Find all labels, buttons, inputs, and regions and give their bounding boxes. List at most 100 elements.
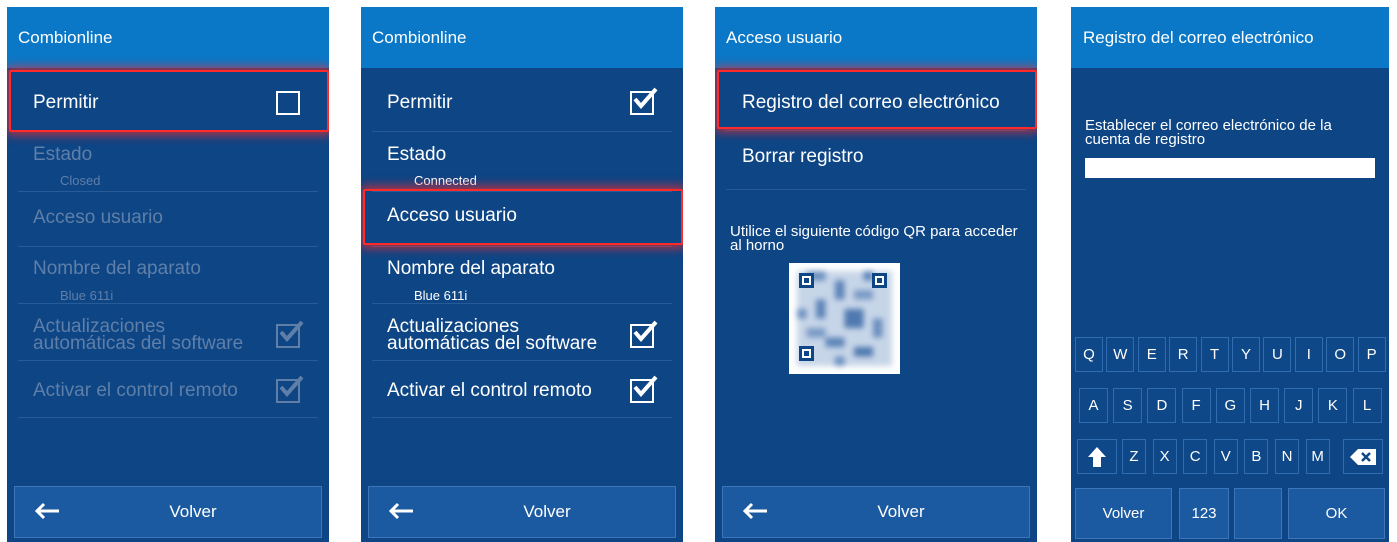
key-f[interactable]: F <box>1181 388 1211 423</box>
divider <box>18 417 318 418</box>
key-b[interactable]: B <box>1244 439 1269 474</box>
numbers-key[interactable]: 123 <box>1179 488 1229 539</box>
acceso-usuario-label: Acceso usuario <box>387 205 517 226</box>
row-estado: Estado Closed <box>18 134 318 191</box>
check-icon <box>279 320 304 343</box>
estado-value: Connected <box>414 173 477 188</box>
key-e[interactable]: E <box>1137 337 1166 372</box>
key-l[interactable]: L <box>1352 388 1382 423</box>
actualizaciones-checkbox <box>276 320 304 348</box>
permitir-checkbox[interactable] <box>630 87 658 115</box>
volver-button[interactable]: Volver <box>1075 488 1172 539</box>
qr-finder-top-left <box>799 273 814 288</box>
row-permitir[interactable]: Permitir <box>18 78 318 126</box>
nombre-aparato-value: Blue 611i <box>414 288 468 303</box>
control-remoto-checkbox <box>276 375 304 403</box>
divider <box>372 360 672 361</box>
key-j[interactable]: J <box>1284 388 1314 423</box>
check-icon <box>279 375 304 398</box>
back-button[interactable]: Volver <box>368 486 676 538</box>
space-key[interactable] <box>1234 488 1282 539</box>
actualizaciones-checkbox[interactable] <box>630 320 658 348</box>
screen-title: Combionline <box>361 7 683 68</box>
row-actualizaciones[interactable]: Actualizaciones automáticas del software <box>372 305 672 360</box>
key-k[interactable]: K <box>1318 388 1348 423</box>
shift-arrow-icon <box>1088 447 1106 467</box>
divider <box>18 303 318 304</box>
key-z[interactable]: Z <box>1122 439 1146 474</box>
screen-acceso-usuario: Acceso usuario Registro del correo elect… <box>715 7 1037 542</box>
row-control-remoto: Activar el control remoto <box>18 362 318 417</box>
email-field[interactable] <box>1085 158 1375 178</box>
divider <box>18 360 318 361</box>
permitir-label: Permitir <box>387 92 453 113</box>
divider <box>372 417 672 418</box>
acceso-usuario-label: Acceso usuario <box>33 207 163 228</box>
row-acceso-usuario: Acceso usuario <box>18 193 318 245</box>
key-q[interactable]: Q <box>1075 337 1103 372</box>
back-button[interactable]: Volver <box>722 486 1030 538</box>
estado-value: Closed <box>60 173 101 188</box>
divider <box>372 131 672 132</box>
key-x[interactable]: X <box>1152 439 1177 474</box>
key-u[interactable]: U <box>1263 337 1292 372</box>
check-icon <box>633 87 658 110</box>
backspace-key[interactable] <box>1343 439 1383 474</box>
permitir-checkbox[interactable] <box>276 91 300 115</box>
row-nombre-aparato[interactable]: Nombre del aparato Blue 611i <box>372 248 672 303</box>
key-p[interactable]: P <box>1357 337 1386 372</box>
key-h[interactable]: H <box>1250 388 1279 423</box>
ok-button[interactable]: OK <box>1288 488 1385 539</box>
shift-key[interactable] <box>1077 439 1117 474</box>
registro-correo-label: Registro del correo electrónico <box>742 92 1000 113</box>
key-a[interactable]: A <box>1079 388 1108 423</box>
actualizaciones-label: Actualizaciones automáticas del software <box>33 316 244 354</box>
row-registro-correo[interactable]: Registro del correo electrónico <box>726 75 1026 127</box>
key-w[interactable]: W <box>1106 337 1135 372</box>
check-icon <box>633 375 658 398</box>
row-borrar-registro[interactable]: Borrar registro <box>726 133 1026 188</box>
back-label: Volver <box>877 502 925 521</box>
divider <box>18 191 318 192</box>
key-o[interactable]: O <box>1326 337 1355 372</box>
screen-title: Combionline <box>7 7 329 68</box>
key-d[interactable]: D <box>1147 388 1177 423</box>
screen-title: Acceso usuario <box>715 7 1037 68</box>
permitir-label: Permitir <box>33 92 99 113</box>
screen-combionline-connected: Combionline Permitir Estado Connected Ac… <box>361 7 683 542</box>
backspace-icon <box>1350 449 1376 465</box>
back-label: Volver <box>523 502 571 521</box>
qr-finder-bottom-left <box>799 346 814 361</box>
row-permitir[interactable]: Permitir <box>372 78 672 126</box>
row-control-remoto[interactable]: Activar el control remoto <box>372 362 672 417</box>
qr-code <box>789 263 900 374</box>
control-remoto-checkbox[interactable] <box>630 375 658 403</box>
key-t[interactable]: T <box>1200 337 1229 372</box>
back-button[interactable]: Volver <box>14 486 322 538</box>
qr-instructions: Utilice el siguiente código QR para acce… <box>730 223 1018 254</box>
screen-title: Registro del correo electrónico <box>1071 7 1389 68</box>
borrar-registro-label: Borrar registro <box>742 146 864 167</box>
key-m[interactable]: M <box>1305 439 1330 474</box>
row-estado: Estado Connected <box>372 134 672 191</box>
key-c[interactable]: C <box>1183 439 1208 474</box>
key-y[interactable]: Y <box>1232 337 1260 372</box>
key-v[interactable]: V <box>1213 439 1238 474</box>
divider <box>372 191 672 192</box>
qr-finder-top-right <box>872 273 887 288</box>
key-g[interactable]: G <box>1215 388 1245 423</box>
divider <box>18 246 318 247</box>
key-n[interactable]: N <box>1275 439 1299 474</box>
divider <box>726 130 1026 131</box>
nombre-aparato-label: Nombre del aparato <box>387 258 555 279</box>
key-i[interactable]: I <box>1294 337 1323 372</box>
key-r[interactable]: R <box>1169 337 1198 372</box>
divider <box>372 303 672 304</box>
control-remoto-label: Activar el control remoto <box>33 380 238 401</box>
screen-combionline-closed: Combionline Permitir Estado Closed Acces… <box>7 7 329 542</box>
row-actualizaciones: Actualizaciones automáticas del software <box>18 305 318 360</box>
divider <box>726 189 1026 190</box>
row-acceso-usuario[interactable]: Acceso usuario <box>372 193 672 245</box>
key-s[interactable]: S <box>1113 388 1143 423</box>
nombre-aparato-value: Blue 611i <box>60 288 114 303</box>
